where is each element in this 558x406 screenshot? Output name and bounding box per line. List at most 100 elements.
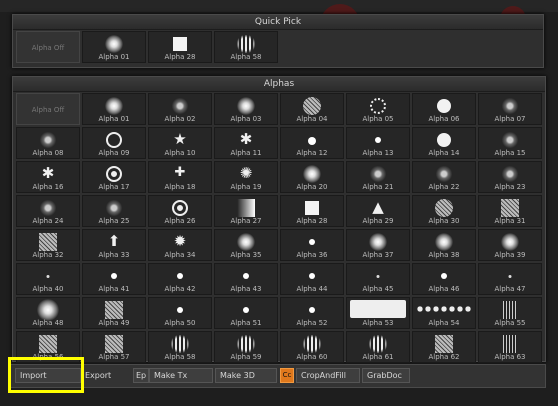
- alpha-tile[interactable]: Alpha 47: [478, 263, 542, 295]
- alpha-tile-label: Alpha 37: [362, 251, 394, 259]
- alpha-tile[interactable]: ★ Alpha 10: [148, 127, 212, 159]
- alpha-tile[interactable]: Alpha 07: [478, 93, 542, 125]
- alpha-tile[interactable]: Alpha 58: [214, 31, 278, 63]
- alpha-tile-label: Alpha 59: [230, 353, 262, 361]
- alpha-tile[interactable]: Alpha Off: [16, 31, 80, 63]
- bars-icon: [171, 335, 189, 353]
- alpha-tile-label: Alpha 36: [296, 251, 328, 259]
- alpha-tile[interactable]: ⬆ Alpha 33: [82, 229, 146, 261]
- grab-doc-button[interactable]: GrabDoc: [362, 368, 410, 383]
- alpha-tile[interactable]: Alpha 21: [346, 161, 410, 193]
- ring-icon: [106, 132, 122, 148]
- alpha-tile[interactable]: Alpha 22: [412, 161, 476, 193]
- alpha-tile[interactable]: Alpha 02: [148, 93, 212, 125]
- alpha-tile[interactable]: Alpha 46: [412, 263, 476, 295]
- alpha-tile[interactable]: Alpha 32: [16, 229, 80, 261]
- alpha-tile[interactable]: Alpha 01: [82, 31, 146, 63]
- ep-button[interactable]: Ep: [133, 368, 149, 383]
- alpha-tile-label: Alpha 06: [428, 115, 460, 123]
- crop-and-fill-button[interactable]: CropAndFill: [296, 368, 360, 383]
- alpha-tile-label: Alpha 11: [230, 149, 262, 157]
- alpha-tile[interactable]: Alpha 63: [478, 331, 542, 363]
- alpha-tile[interactable]: ✱ Alpha 16: [16, 161, 80, 193]
- export-button[interactable]: Export: [85, 368, 111, 383]
- alpha-tile[interactable]: Alpha 13: [346, 127, 410, 159]
- alpha-tile[interactable]: Alpha 25: [82, 195, 146, 227]
- alpha-tile[interactable]: Alpha 28: [280, 195, 344, 227]
- alpha-tile[interactable]: Alpha 26: [148, 195, 212, 227]
- alpha-tile[interactable]: Alpha 17: [82, 161, 146, 193]
- alpha-tile[interactable]: Alpha 59: [214, 331, 278, 363]
- alpha-tile[interactable]: Alpha 49: [82, 297, 146, 329]
- alpha-tile[interactable]: Alpha 04: [280, 93, 344, 125]
- alpha-tile[interactable]: Alpha 54: [412, 297, 476, 329]
- make-3d-button[interactable]: Make 3D: [215, 368, 277, 383]
- alpha-tile[interactable]: Alpha 43: [214, 263, 278, 295]
- quick-pick-title: Quick Pick: [13, 15, 543, 30]
- alpha-tile[interactable]: Alpha Off: [16, 93, 80, 125]
- alpha-tile[interactable]: Alpha 62: [412, 331, 476, 363]
- alpha-tile[interactable]: Alpha 12: [280, 127, 344, 159]
- alpha-tile[interactable]: Alpha 27: [214, 195, 278, 227]
- alpha-tile[interactable]: Alpha 14: [412, 127, 476, 159]
- alpha-tile[interactable]: Alpha 30: [412, 195, 476, 227]
- alpha-tile[interactable]: Alpha 37: [346, 229, 410, 261]
- alpha-tile[interactable]: Alpha 60: [280, 331, 344, 363]
- tiny-icon: [46, 275, 50, 278]
- alpha-tile[interactable]: Alpha 05: [346, 93, 410, 125]
- alpha-tile-label: Alpha 26: [164, 217, 196, 225]
- alpha-tile[interactable]: Alpha 31: [478, 195, 542, 227]
- alpha-tile-label: Alpha Off: [31, 106, 65, 114]
- alpha-tile-label: Alpha 10: [164, 149, 196, 157]
- alpha-tile-label: Alpha 48: [32, 319, 64, 327]
- alpha-tile[interactable]: Alpha 23: [478, 161, 542, 193]
- alpha-tile[interactable]: Alpha 50: [148, 297, 212, 329]
- alpha-tile[interactable]: Alpha 15: [478, 127, 542, 159]
- alpha-tile[interactable]: Alpha 57: [82, 331, 146, 363]
- alpha-tile[interactable]: Alpha 28: [148, 31, 212, 63]
- tiny-icon: [376, 275, 380, 278]
- gradient-square-icon: [237, 199, 255, 217]
- make-tx-button[interactable]: Make Tx: [149, 368, 213, 383]
- alpha-tile[interactable]: Alpha 61: [346, 331, 410, 363]
- alpha-tile-label: Alpha 49: [98, 319, 130, 327]
- alpha-tile[interactable]: Alpha 39: [478, 229, 542, 261]
- alpha-tile[interactable]: Alpha 44: [280, 263, 344, 295]
- alpha-tile[interactable]: Alpha 24: [16, 195, 80, 227]
- alpha-tile[interactable]: Alpha 20: [280, 161, 344, 193]
- noise-icon: [501, 199, 519, 217]
- alpha-tile[interactable]: Alpha 35: [214, 229, 278, 261]
- alpha-tile[interactable]: Alpha 41: [82, 263, 146, 295]
- alpha-tile[interactable]: ▲ Alpha 29: [346, 195, 410, 227]
- wide-pattern-icon: [350, 300, 406, 318]
- dot-small-icon: [177, 273, 183, 279]
- scratch-icon: [503, 335, 517, 353]
- alpha-tile[interactable]: Alpha 51: [214, 297, 278, 329]
- alpha-tile[interactable]: Alpha 42: [148, 263, 212, 295]
- alpha-tile[interactable]: Alpha 38: [412, 229, 476, 261]
- alpha-tile[interactable]: Alpha 01: [82, 93, 146, 125]
- alpha-tile-label: Alpha 05: [362, 115, 394, 123]
- alpha-tile-label: Alpha 35: [230, 251, 262, 259]
- alpha-tile-label: Alpha 28: [296, 217, 328, 225]
- cc-button[interactable]: Cc: [280, 368, 294, 383]
- alpha-tile[interactable]: Alpha 53: [346, 297, 410, 329]
- alphas-title: Alphas: [13, 77, 545, 92]
- bars-icon: [237, 335, 255, 353]
- alpha-tile[interactable]: ✚ Alpha 18: [148, 161, 212, 193]
- alpha-tile[interactable]: Alpha 48: [16, 297, 80, 329]
- alpha-tile[interactable]: Alpha 55: [478, 297, 542, 329]
- alpha-tile[interactable]: Alpha 06: [412, 93, 476, 125]
- alpha-tile-label: Alpha 42: [164, 285, 196, 293]
- alpha-tile[interactable]: Alpha 09: [82, 127, 146, 159]
- alpha-tile[interactable]: Alpha 58: [148, 331, 212, 363]
- alpha-tile[interactable]: ✺ Alpha 19: [214, 161, 278, 193]
- alpha-tile[interactable]: ✹ Alpha 34: [148, 229, 212, 261]
- alpha-tile[interactable]: Alpha 45: [346, 263, 410, 295]
- alpha-tile[interactable]: Alpha 52: [280, 297, 344, 329]
- alpha-tile[interactable]: Alpha 03: [214, 93, 278, 125]
- alpha-tile[interactable]: Alpha 08: [16, 127, 80, 159]
- alpha-tile[interactable]: Alpha 40: [16, 263, 80, 295]
- alpha-tile[interactable]: Alpha 36: [280, 229, 344, 261]
- alpha-tile[interactable]: ✱ Alpha 11: [214, 127, 278, 159]
